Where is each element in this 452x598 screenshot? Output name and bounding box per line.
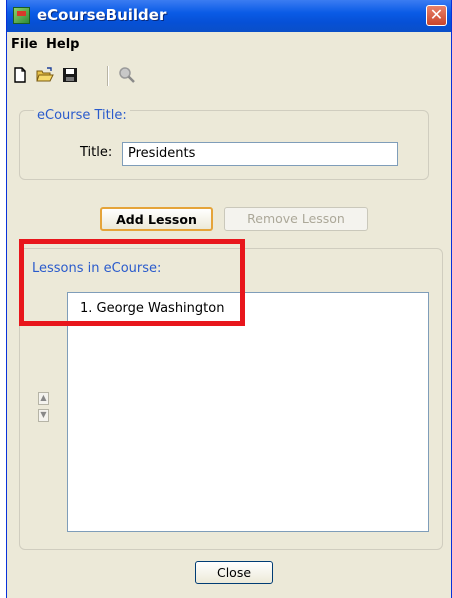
menu-bar: File Help	[7, 35, 451, 55]
open-folder-icon[interactable]	[36, 66, 54, 84]
toolbar	[7, 60, 451, 90]
app-icon	[13, 7, 30, 24]
new-document-icon[interactable]	[11, 66, 29, 84]
window-close-button[interactable]: ✕	[426, 5, 447, 26]
title-input[interactable]: Presidents	[122, 142, 398, 166]
move-down-button[interactable]: ▼	[38, 409, 49, 422]
close-button[interactable]: Close	[195, 561, 273, 584]
save-disk-icon[interactable]	[61, 66, 79, 84]
list-item[interactable]: 1. George Washington	[80, 301, 224, 316]
menu-help[interactable]: Help	[46, 37, 79, 52]
lessons-list[interactable]: 1. George Washington	[67, 292, 429, 532]
magnifier-icon[interactable]	[118, 66, 136, 84]
window-title: eCourseBuilder	[37, 6, 167, 24]
lessons-legend: Lessons in eCourse:	[32, 261, 162, 276]
toolbar-separator	[107, 66, 109, 86]
title-bar[interactable]: eCourseBuilder ✕	[7, 0, 451, 32]
remove-lesson-button[interactable]: Remove Lesson	[224, 207, 368, 231]
course-title-legend: eCourse Title:	[34, 108, 130, 123]
menu-file[interactable]: File	[11, 37, 38, 52]
lessons-group: Lessons in eCourse: ▲ ▼ 1. George Washin…	[19, 248, 443, 550]
add-lesson-button[interactable]: Add Lesson	[100, 207, 213, 231]
move-up-button[interactable]: ▲	[38, 392, 49, 405]
title-field-label: Title:	[80, 145, 113, 160]
course-title-group: eCourse Title: Title: Presidents	[19, 108, 429, 180]
ecoursebuilder-window: eCourseBuilder ✕ File Help eCourse Title…	[6, 0, 452, 598]
